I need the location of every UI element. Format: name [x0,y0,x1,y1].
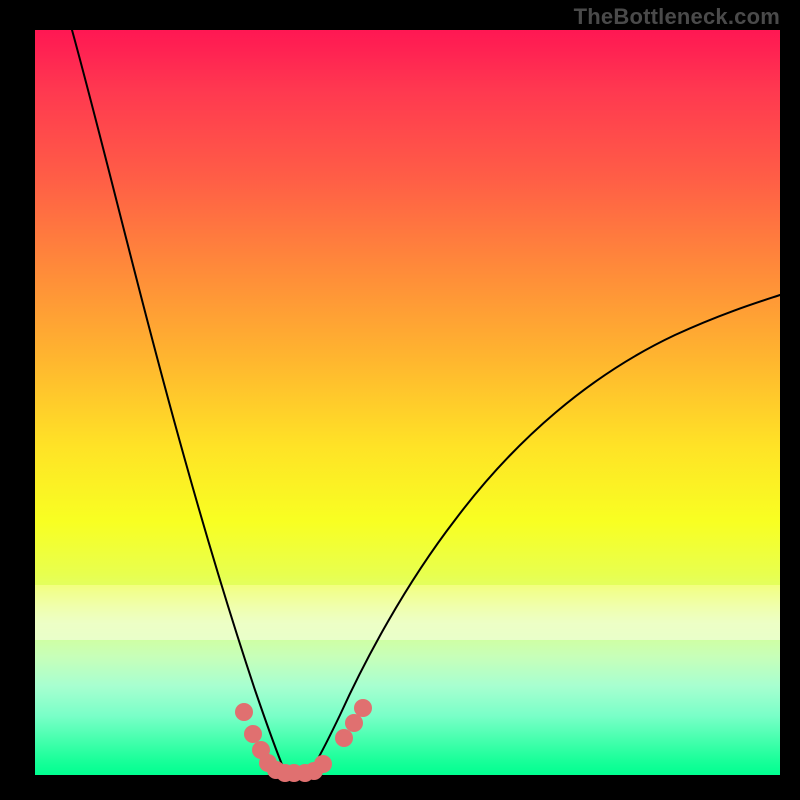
curve-left [72,30,284,770]
marker-dot [345,714,363,732]
curve-right [311,295,780,770]
chart-frame: TheBottleneck.com [0,0,800,800]
marker-dot [314,755,332,773]
marker-dot [235,703,253,721]
marker-dot [244,725,262,743]
watermark-label: TheBottleneck.com [574,4,780,30]
marker-dot [335,729,353,747]
marker-group [235,699,372,782]
plot-area [35,30,780,775]
curve-layer [35,30,780,775]
marker-dot [354,699,372,717]
